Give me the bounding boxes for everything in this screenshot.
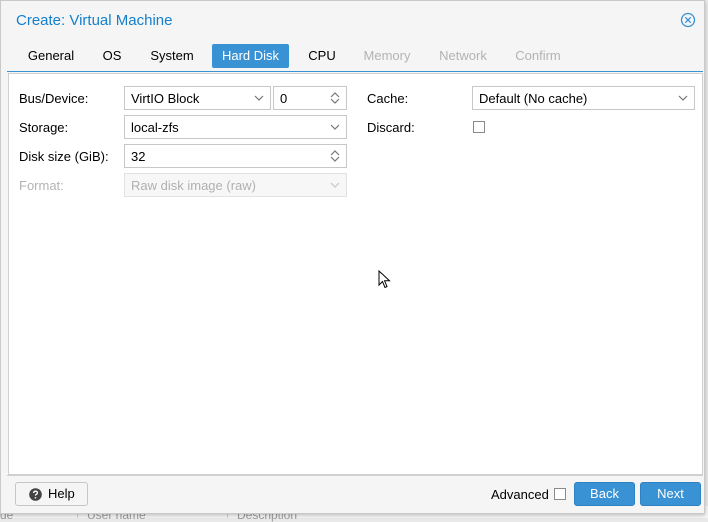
format-value: Raw disk image (raw) — [131, 178, 256, 193]
tab-cpu[interactable]: CPU — [300, 44, 344, 68]
tab-system[interactable]: System — [142, 44, 202, 68]
back-button[interactable]: Back — [574, 482, 635, 506]
advanced-checkbox[interactable] — [554, 488, 566, 500]
storage-label: Storage: — [19, 120, 69, 135]
footer-divider — [7, 475, 703, 476]
create-vm-dialog: Create: Virtual Machine General OS Syste… — [0, 0, 705, 514]
storage-value: local-zfs — [131, 120, 179, 135]
storage-select[interactable]: local-zfs — [124, 115, 347, 139]
question-circle-icon — [29, 488, 42, 501]
tab-confirm: Confirm — [515, 48, 561, 63]
next-button[interactable]: Next — [640, 482, 701, 506]
cache-value: Default (No cache) — [479, 91, 588, 106]
spinner-arrows-icon[interactable] — [328, 149, 342, 163]
chevron-down-icon — [330, 182, 340, 188]
tab-general[interactable]: General — [16, 44, 86, 68]
hard-disk-panel — [8, 73, 703, 475]
dialog-title: Create: Virtual Machine — [16, 12, 173, 29]
help-button[interactable]: Help — [15, 482, 88, 506]
tab-hard-disk[interactable]: Hard Disk — [212, 44, 289, 68]
chevron-down-icon[interactable] — [328, 120, 342, 134]
chevron-down-icon[interactable] — [252, 91, 266, 105]
cache-label: Cache: — [367, 91, 409, 106]
disk-size-spinner[interactable]: 32 — [124, 144, 347, 168]
tab-network: Network — [439, 48, 487, 63]
bus-value: VirtIO Block — [131, 91, 200, 106]
discard-checkbox[interactable] — [473, 121, 485, 133]
tab-underline — [7, 71, 703, 72]
cache-select[interactable]: Default (No cache) — [472, 86, 695, 110]
tab-memory: Memory — [363, 48, 411, 63]
format-label: Format: — [19, 178, 64, 193]
chevron-down-icon[interactable] — [676, 91, 690, 105]
mouse-cursor-icon — [378, 270, 391, 289]
format-select: Raw disk image (raw) — [124, 173, 347, 197]
tab-os[interactable]: OS — [95, 44, 129, 68]
bus-device-label: Bus/Device: — [19, 91, 89, 106]
spinner-arrows-icon[interactable] — [328, 91, 342, 105]
help-button-label: Help — [48, 486, 75, 501]
device-number-spinner[interactable]: 0 — [273, 86, 347, 110]
bus-select[interactable]: VirtIO Block — [124, 86, 271, 110]
discard-label: Discard: — [367, 120, 415, 135]
close-icon[interactable] — [680, 12, 696, 28]
device-value: 0 — [280, 91, 288, 106]
advanced-label: Advanced — [491, 487, 549, 502]
disk-size-value: 32 — [131, 149, 146, 164]
disk-size-label: Disk size (GiB): — [19, 149, 109, 164]
